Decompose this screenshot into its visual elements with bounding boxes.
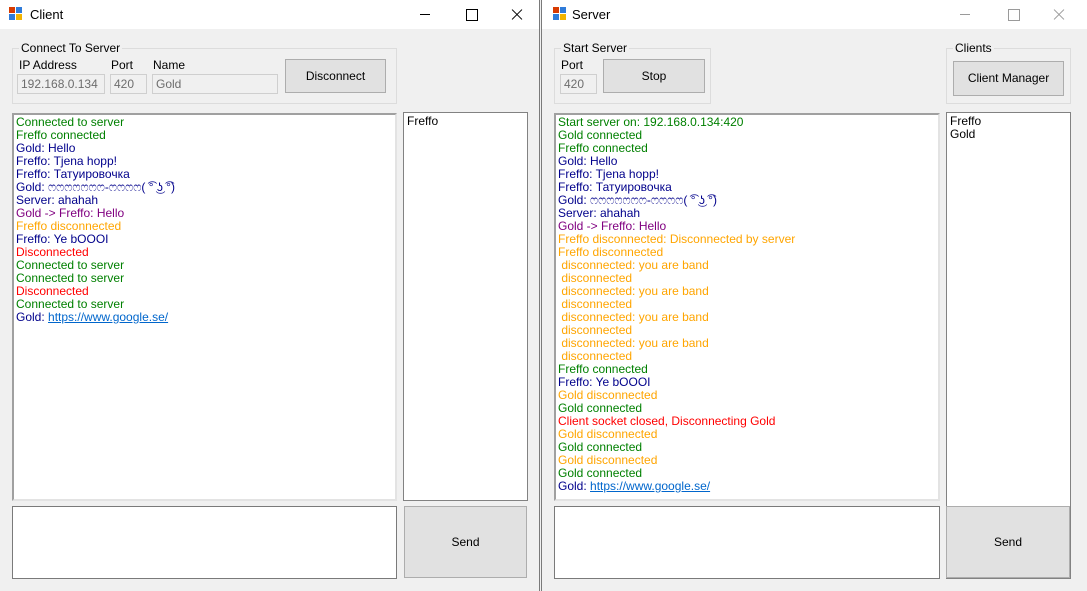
chat-line-text: Gold connected (558, 401, 643, 415)
chat-line-text: Freffo disconnected (558, 245, 664, 259)
app-icon (553, 7, 567, 21)
client-chat-log[interactable]: Connected to server Freffo connected Gold:… (12, 113, 397, 501)
client-titlebar[interactable]: Client (0, 0, 539, 29)
chat-line-text: disconnected: you are band (558, 310, 709, 324)
chat-line-text: Gold -> Freffo: Hello (16, 206, 125, 220)
name-label: Name (153, 58, 186, 72)
chat-line-text: disconnected: you are band (558, 284, 709, 298)
chat-line-text: Freffo disconnected (16, 219, 122, 233)
chat-line-text: disconnected (558, 297, 633, 311)
chat-line-text: Freffo: Ye bOOOI (16, 232, 109, 246)
chat-line-text: Freffo disconnected: Disconnected by ser… (558, 232, 796, 246)
chat-line-text: Freffo: Татуировочка (558, 180, 672, 194)
chat-line-text: Freffo: Татуировочка (16, 167, 130, 181)
server-send-button[interactable]: Send (946, 506, 1070, 578)
server-message-input[interactable] (554, 506, 940, 579)
group-label: Start Server (561, 41, 630, 55)
chat-line-text: disconnected: you are band (558, 336, 709, 350)
chat-line-text: Gold disconnected (558, 427, 658, 441)
chat-line-text: Server: ahahah (558, 206, 641, 220)
group-label: Clients (953, 41, 994, 55)
server-window: Server Start Server Port 420 Stop Client… (541, 0, 1087, 591)
chat-line-text: Freffo connected (558, 141, 648, 155)
port-label: Port (561, 58, 584, 72)
server-chat-log[interactable]: Start server on: 192.168.0.134:420 Gold c… (554, 113, 940, 501)
maximize-icon[interactable] (990, 0, 1036, 29)
chat-line-text: Server: ahahah (16, 193, 99, 207)
server-titlebar[interactable]: Server (542, 0, 1087, 29)
chat-line-text: Start server on: 192.168.0.134:420 (558, 115, 744, 129)
close-icon[interactable] (494, 0, 539, 29)
chat-line-text: Freffo: Tjena hopp! (558, 167, 659, 181)
group-label: Connect To Server (19, 41, 123, 55)
chat-line-text: Gold connected (558, 128, 643, 142)
chat-line-text: Freffo connected (558, 362, 648, 376)
client-send-button[interactable]: Send (404, 506, 527, 578)
ip-address-label: IP Address (19, 58, 77, 72)
chat-line-text: Gold disconnected (558, 453, 658, 467)
list-item[interactable]: Gold (950, 128, 1067, 141)
close-icon[interactable] (1036, 0, 1082, 29)
client-window: Client Connect To Server IP Address Port… (0, 0, 540, 591)
app-icon (9, 7, 23, 21)
chat-line-text: Gold connected (558, 440, 643, 454)
chat-line-text: Client socket closed, Disconnecting Gold (558, 414, 776, 428)
chat-line-text: Gold connected (558, 466, 643, 480)
chat-line-text: Connected to server (16, 258, 125, 272)
port-field[interactable]: 420 (110, 74, 147, 94)
chat-line-text: Gold -> Freffo: Hello (558, 219, 667, 233)
minimize-icon[interactable] (942, 0, 988, 29)
chat-line-text: Gold: ෆෆෆෆෆෆෆ-ෆෆෆෆ( ͡° ͜ʖ ͡°) (16, 180, 175, 194)
chat-line-text: disconnected (558, 323, 633, 337)
chat-line-text: Connected to server (16, 271, 125, 285)
client-message-input[interactable] (12, 506, 397, 579)
client-manager-button[interactable]: Client Manager (953, 61, 1064, 96)
chat-line-text: Gold: ෆෆෆෆෆෆෆ-ෆෆෆෆ( ͡° ͜ʖ ͡°) (558, 193, 717, 207)
port-field[interactable]: 420 (560, 74, 597, 94)
chat-link[interactable]: https://www.google.se/ (590, 479, 710, 493)
maximize-icon[interactable] (448, 0, 494, 29)
disconnect-button[interactable]: Disconnect (285, 59, 386, 93)
chat-line-text: Gold: Hello (16, 141, 76, 155)
chat-line-text: Gold: (558, 479, 591, 493)
ip-address-field[interactable]: 192.168.0.134 (17, 74, 105, 94)
stop-button[interactable]: Stop (603, 59, 705, 93)
name-field[interactable]: Gold (152, 74, 278, 94)
chat-line-text: Disconnected (16, 245, 89, 259)
connected-users-list[interactable]: Freffo (403, 112, 528, 501)
chat-line: Gold: https://www.google.se/ (16, 311, 395, 324)
minimize-icon[interactable] (402, 0, 448, 29)
chat-line-text: Freffo: Ye bOOOI (558, 375, 651, 389)
chat-line-text: disconnected (558, 271, 633, 285)
chat-line-text: disconnected: you are band (558, 258, 709, 272)
chat-line-text: Disconnected (16, 284, 89, 298)
chat-line-text: Freffo: Tjena hopp! (16, 154, 117, 168)
chat-line-text: disconnected (558, 349, 633, 363)
chat-line-text: Freffo connected (16, 128, 106, 142)
list-item[interactable]: Freffo (407, 115, 524, 128)
chat-line: Gold: https://www.google.se/ (558, 480, 938, 493)
port-label: Port (111, 58, 134, 72)
chat-line-text: Connected to server (16, 115, 125, 129)
chat-line-text: Connected to server (16, 297, 125, 311)
chat-line-text: Gold: (16, 310, 49, 324)
window-title: Server (572, 7, 611, 22)
chat-line-text: Gold disconnected (558, 388, 658, 402)
chat-link[interactable]: https://www.google.se/ (48, 310, 168, 324)
chat-line-text: Gold: Hello (558, 154, 618, 168)
window-title: Client (30, 7, 64, 22)
